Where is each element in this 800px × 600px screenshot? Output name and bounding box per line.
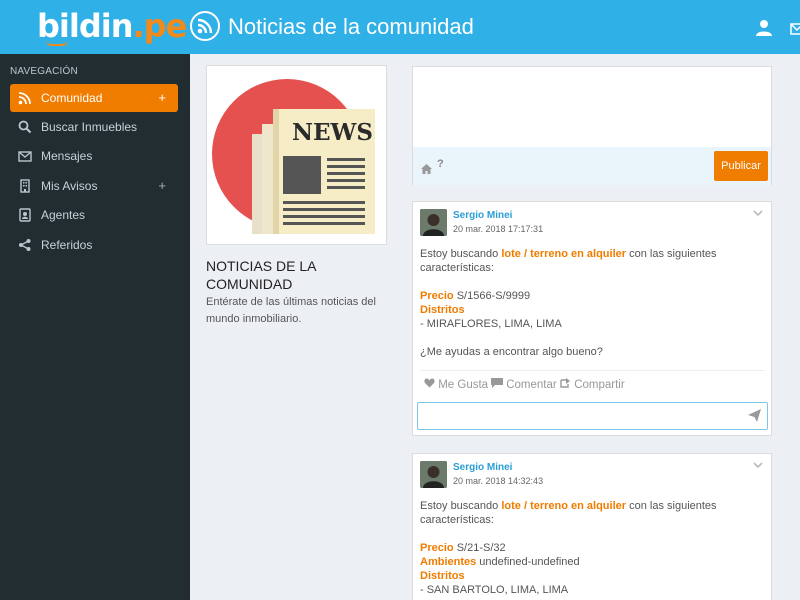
top-header: bildin.pe Noticias de la comunidad <box>0 0 800 54</box>
avatar[interactable] <box>420 461 447 488</box>
news-illustration-card: NEWS <box>206 65 387 245</box>
logo-swoosh <box>46 40 68 46</box>
post-body: Estoy buscando lote / terreno en alquile… <box>420 247 765 359</box>
sidebar-item-label: Comunidad <box>41 91 103 105</box>
property-type-link[interactable]: lote / terreno en alquiler <box>501 500 626 512</box>
post-question: ¿Me ayudas a encontrar algo bueno? <box>420 346 603 358</box>
search-icon <box>18 120 32 134</box>
help-icon[interactable]: ? <box>437 158 444 170</box>
news-word: NEWS <box>292 119 373 146</box>
send-icon[interactable] <box>748 409 761 422</box>
districts-label: Distritos <box>420 304 465 316</box>
section-title: NOTICIAS DE LA COMUNIDAD <box>206 258 316 292</box>
page-title: Noticias de la comunidad <box>228 14 474 39</box>
chevron-down-icon[interactable] <box>753 457 763 469</box>
sidebar-item-label: Agentes <box>41 208 86 222</box>
avatar[interactable] <box>420 209 447 236</box>
post-card: Sergio Minei 20 mar. 2018 14:32:43 Estoy… <box>412 453 772 600</box>
expand-icon[interactable]: + <box>158 90 166 105</box>
price-row: Precio S/1566-S/9999 <box>420 290 531 302</box>
share-button[interactable]: Compartir <box>560 378 625 391</box>
property-type-link[interactable]: lote / terreno en alquiler <box>501 248 626 260</box>
rss-icon <box>18 91 32 105</box>
districts-label: Distritos <box>420 570 465 582</box>
building-icon <box>18 179 32 193</box>
sidebar: NAVEGACIÓN Comunidad + Buscar Inmuebles <box>0 54 190 600</box>
post-date: 20 mar. 2018 17:17:31 <box>453 224 544 234</box>
user-icon[interactable] <box>755 19 773 37</box>
post-author[interactable]: Sergio Minei <box>453 462 512 473</box>
post-textarea[interactable] <box>413 67 771 147</box>
chevron-down-icon[interactable] <box>753 205 763 217</box>
price-row: Precio S/21-S/32 <box>420 542 506 554</box>
heart-icon <box>424 378 435 388</box>
sidebar-item-label: Referidos <box>41 238 93 252</box>
id-card-icon <box>18 208 32 222</box>
publish-button[interactable]: Publicar <box>714 151 768 181</box>
sidebar-item-label: Buscar Inmuebles <box>41 120 138 134</box>
post-intro: Estoy buscando lote / terreno en alquile… <box>420 248 717 274</box>
sidebar-item-mensajes[interactable]: Mensajes <box>10 142 178 170</box>
newspaper-icon: NEWS <box>212 79 375 234</box>
rss-icon <box>190 11 220 41</box>
mail-icon[interactable] <box>790 22 800 35</box>
sidebar-item-referidos[interactable]: Referidos <box>10 231 178 259</box>
share-icon <box>18 238 32 252</box>
sidebar-item-mis-avisos[interactable]: Mis Avisos + <box>10 172 178 200</box>
post-card: Sergio Minei 20 mar. 2018 17:17:31 Estoy… <box>412 201 772 436</box>
rooms-row: Ambientes undefined-undefined <box>420 556 580 568</box>
post-date: 20 mar. 2018 14:32:43 <box>453 476 544 486</box>
envelope-icon <box>18 149 32 163</box>
logo-tld: pe <box>143 7 188 45</box>
comment-icon <box>491 378 503 388</box>
logo-dot: . <box>132 7 145 45</box>
share-icon <box>560 378 570 388</box>
sidebar-item-label: Mis Avisos <box>41 179 98 193</box>
like-button[interactable]: Me Gusta <box>424 378 488 391</box>
composer-footer: ? Publicar <box>413 147 771 185</box>
post-intro: Estoy buscando lote / terreno en alquile… <box>420 500 717 526</box>
sidebar-item-buscar-inmuebles[interactable]: Buscar Inmuebles <box>10 113 178 141</box>
nav-heading: NAVEGACIÓN <box>10 66 78 77</box>
comment-input[interactable] <box>417 402 768 430</box>
post-composer: ? Publicar <box>412 66 772 185</box>
logo-area[interactable]: bildin.pe <box>0 0 190 54</box>
post-actions: Me Gusta Comentar Compartir <box>420 370 765 398</box>
section-description: Entérate de las últimas noticias del mun… <box>206 296 376 325</box>
home-icon[interactable] <box>421 161 432 174</box>
post-author[interactable]: Sergio Minei <box>453 210 512 221</box>
district-value: - SAN BARTOLO, LIMA, LIMA <box>420 584 569 596</box>
expand-icon[interactable]: + <box>158 178 166 193</box>
sidebar-item-agentes[interactable]: Agentes <box>10 201 178 229</box>
comment-button[interactable]: Comentar <box>491 378 557 391</box>
sidebar-item-label: Mensajes <box>41 149 93 163</box>
sidebar-item-comunidad[interactable]: Comunidad + <box>10 84 178 112</box>
post-body: Estoy buscando lote / terreno en alquile… <box>420 499 765 597</box>
district-value: - MIRAFLORES, LIMA, LIMA <box>420 318 562 330</box>
